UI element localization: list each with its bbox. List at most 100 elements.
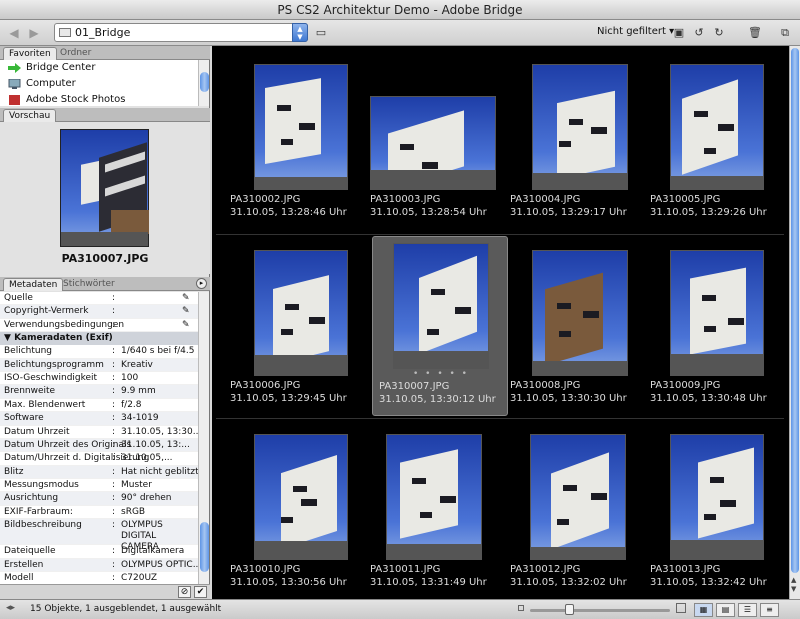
tab-ordner[interactable]: Ordner <box>55 47 96 60</box>
filmstrip-view-button[interactable]: ▤ <box>716 603 735 617</box>
thumbnail-view-button[interactable]: ▦ <box>694 603 713 617</box>
window <box>427 329 439 335</box>
meta-separator: : <box>112 319 116 330</box>
meta-row[interactable]: ISO-Geschwindigkeit:100 <box>0 372 198 386</box>
thumbnail-cell[interactable]: PA310011.JPG 31.10.05, 13:31:49 Uhr <box>364 420 500 600</box>
small-thumb-icon[interactable] <box>518 605 524 611</box>
pencil-icon[interactable]: ✎ <box>182 305 190 318</box>
slider-knob[interactable] <box>565 604 574 615</box>
meta-row[interactable]: Datum Uhrzeit:31.10.05, 13:30... <box>0 426 198 439</box>
thumbnail-cell[interactable]: PA310002.JPG 31.10.05, 13:28:46 Uhr <box>224 50 360 230</box>
meta-row[interactable]: Belichtungsprogramm: Kreativ <box>0 358 198 372</box>
thumbnail-size-slider[interactable] <box>530 609 670 612</box>
meta-row[interactable]: Belichtung:1/640 s bei f/4.5 <box>0 345 198 359</box>
tab-vorschau[interactable]: Vorschau <box>3 109 57 122</box>
window <box>431 289 445 295</box>
window-title: PS CS2 Architektur Demo - Adobe Bridge <box>0 0 800 20</box>
trash-icon[interactable]: 🗑 <box>748 25 762 41</box>
meta-row[interactable]: EXIF-Farbraum:: sRGB <box>0 506 198 520</box>
scroll-thumb[interactable] <box>791 48 799 573</box>
filter-menu[interactable]: Nicht gefiltert ▾ <box>597 26 674 37</box>
path-dropdown[interactable]: 01_Bridge ▲ ▼ <box>54 23 308 42</box>
thumbnail-cell[interactable]: PA310009.JPG 31.10.05, 13:30:48 Uhr <box>644 236 780 416</box>
rotate-right-icon[interactable]: ↻ <box>712 25 726 41</box>
chevron-updown-icon[interactable]: ▲ ▼ <box>292 23 308 42</box>
thumbnail-cell[interactable]: • • • • • PA310007.JPG 31.10.05, 13:30:12 … <box>372 236 508 416</box>
meta-row[interactable]: Copyright-Vermerk: ✎ <box>0 305 198 319</box>
meta-row[interactable]: Ausrichtung:90° drehen <box>0 492 198 506</box>
favorite-item[interactable]: Bridge Center <box>0 60 198 76</box>
meta-key: Blitz <box>4 466 24 477</box>
large-thumb-icon[interactable] <box>676 603 686 613</box>
window <box>455 307 471 314</box>
meta-value: Digitalkamera <box>121 546 185 557</box>
thumbnail-cell[interactable]: PA310005.JPG 31.10.05, 13:29:26 Uhr <box>644 50 780 230</box>
favorites-scrollbar[interactable] <box>198 60 209 106</box>
thumbnail-filename: PA310011.JPG <box>370 564 441 575</box>
rotate-left-icon[interactable]: ↺ <box>692 25 706 41</box>
meta-row[interactable]: Blitz: Hat nicht geblitzt <box>0 465 198 480</box>
meta-row[interactable]: Erstellen: OLYMPUS OPTIC... <box>0 558 198 573</box>
meta-section-header[interactable]: ▼ Kameradaten (Exif) <box>0 332 198 346</box>
favorite-item[interactable]: Computer <box>0 76 198 92</box>
meta-row[interactable]: Quelle: ✎ <box>0 292 198 306</box>
meta-row[interactable]: Bildbeschreibung: OLYMPUS DIGITAL CAMERA <box>0 519 198 552</box>
scroll-thumb[interactable] <box>200 522 209 572</box>
arrow-right-icon <box>8 63 21 73</box>
meta-row[interactable]: Messungsmodus: Muster <box>0 479 198 493</box>
tab-metadaten[interactable]: Metadaten <box>3 278 64 291</box>
meta-row[interactable]: Datum Uhrzeit des Originals:31.10.05, 13… <box>0 438 198 453</box>
pencil-icon[interactable]: ✎ <box>182 292 190 305</box>
scroll-arrows-icon[interactable]: ▲ ▼ <box>791 576 796 594</box>
path-text: 01_Bridge <box>75 26 131 39</box>
favorite-label: Bridge Center <box>26 62 96 73</box>
thumbnail-image <box>532 250 628 376</box>
folder-up-icon[interactable]: ▭ <box>314 25 328 41</box>
panel-menu-icon[interactable]: ▸ <box>196 278 207 289</box>
cancel-icon[interactable]: ⊘ <box>178 586 191 598</box>
favorite-item[interactable]: Adobe Stock Photos <box>0 92 198 106</box>
compact-mode-icon[interactable]: ⧉ <box>778 25 792 41</box>
meta-row[interactable]: Max. Blendenwert: f/2.8 <box>0 399 198 413</box>
meta-row[interactable]: Datum/Uhrzeit d. Digitalisierung:31.10.0… <box>0 452 198 466</box>
meta-row[interactable]: Software:34-1019 <box>0 412 198 426</box>
meta-row[interactable]: Dateiquelle: Digitalkamera <box>0 545 198 559</box>
thumbnail-cell[interactable]: PA310012.JPG 31.10.05, 13:32:02 Uhr <box>504 420 640 600</box>
favorites-list: Bridge Center Computer Adobe Stock Photo… <box>0 60 198 106</box>
versions-view-button[interactable]: ≡ <box>760 603 779 617</box>
thumbnail-cell[interactable]: PA310006.JPG 31.10.05, 13:29:45 Uhr <box>224 236 360 416</box>
pencil-icon[interactable]: ✎ <box>182 319 190 332</box>
apply-check-icon[interactable]: ✔ <box>194 586 207 598</box>
forward-arrow-icon[interactable]: ▶ <box>26 25 42 41</box>
content-scrollbar[interactable]: ▲ ▼ <box>789 46 800 599</box>
meta-key: EXIF-Farbraum: <box>4 506 73 517</box>
scroll-thumb[interactable] <box>200 72 209 92</box>
building <box>400 449 458 539</box>
thumbnail-cell[interactable]: PA310004.JPG 31.10.05, 13:29:17 Uhr <box>504 50 640 230</box>
thumbnail-cell[interactable]: PA310013.JPG 31.10.05, 13:32:42 Uhr <box>644 420 780 600</box>
thumbnail-cell[interactable]: PA310003.JPG 31.10.05, 13:28:54 Uhr <box>364 50 500 230</box>
window <box>309 317 325 324</box>
ground <box>61 232 148 246</box>
thumbnail-cell[interactable]: PA310010.JPG 31.10.05, 13:30:56 Uhr <box>224 420 360 600</box>
meta-separator: : <box>112 480 116 491</box>
ground <box>255 177 347 189</box>
toggle-panels-icon[interactable]: ◂▸ <box>6 603 15 613</box>
thumbnail-cell[interactable]: PA310008.JPG 31.10.05, 13:30:30 Uhr <box>504 236 640 416</box>
details-view-button[interactable]: ☰ <box>738 603 757 617</box>
rating-dots[interactable]: • • • • • <box>373 369 509 379</box>
back-arrow-icon[interactable]: ◀ <box>6 25 22 41</box>
meta-value: sRGB <box>121 506 146 517</box>
metadata-scrollbar[interactable] <box>198 292 209 584</box>
top-tab-row: Favoriten Ordner <box>0 46 210 60</box>
tab-favoriten[interactable]: Favoriten <box>3 47 57 60</box>
meta-row[interactable]: Modell: C720UZ <box>0 572 198 584</box>
meta-separator: : <box>112 372 116 383</box>
favorite-label: Computer <box>26 78 76 89</box>
tab-stichwoerter[interactable]: Stichwörter <box>58 278 120 291</box>
meta-row[interactable]: Verwendungsbedingungen: ✎ <box>0 319 198 333</box>
meta-separator: : <box>112 573 116 584</box>
meta-row[interactable]: Brennweite:9.9 mm <box>0 385 198 399</box>
new-folder-icon[interactable]: ▣ <box>672 25 686 41</box>
ground <box>533 173 627 189</box>
